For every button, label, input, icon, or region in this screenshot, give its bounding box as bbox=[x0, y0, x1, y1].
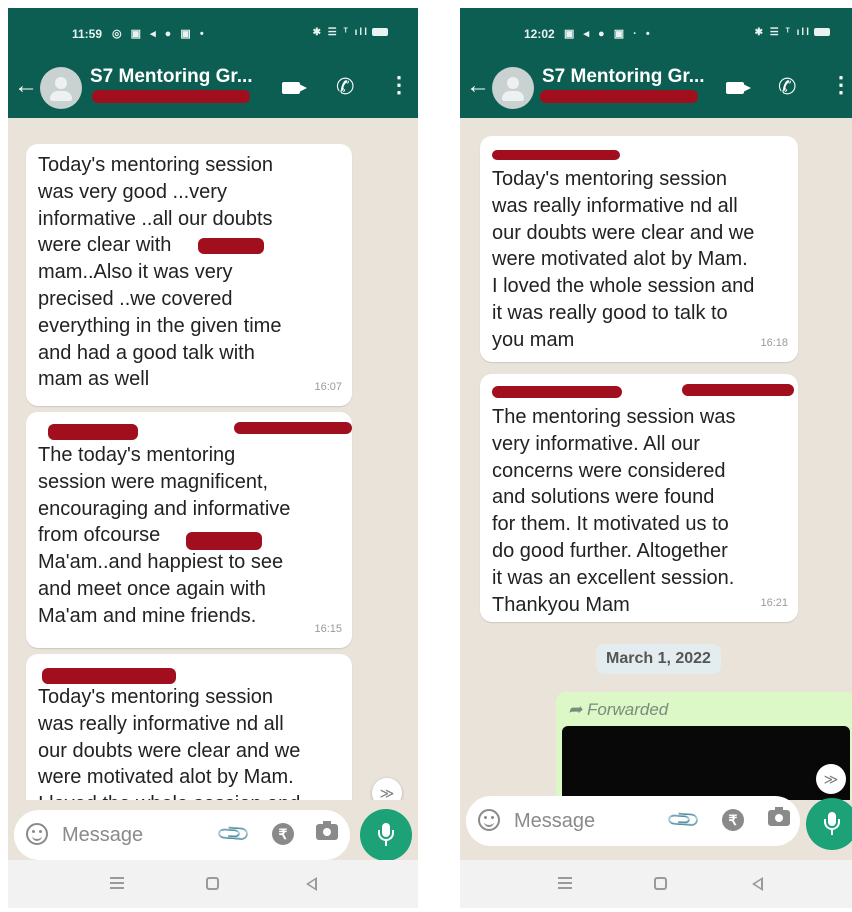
video-thumbnail[interactable] bbox=[562, 726, 850, 800]
video-call-icon[interactable] bbox=[726, 82, 751, 94]
voice-message-button[interactable] bbox=[806, 798, 852, 850]
back-nav-icon[interactable] bbox=[306, 877, 317, 891]
status-notification-icons: ◎ ▣ ◂ ● ▣ • bbox=[112, 28, 207, 40]
status-signal-icons: ✱ ☰ ᵀ ıll bbox=[313, 27, 388, 38]
recent-apps-icon[interactable] bbox=[110, 877, 124, 889]
recent-apps-icon[interactable] bbox=[558, 877, 572, 889]
status-notification-icons: ▣ ◂ ● ▣ · • bbox=[564, 28, 653, 40]
home-icon[interactable] bbox=[206, 877, 219, 890]
status-bar: 12:02 ▣ ◂ ● ▣ · • ✱ ☰ ᵀ ıll bbox=[460, 8, 852, 58]
message-sender bbox=[492, 144, 786, 166]
message-text: Today's mentoring session was very good … bbox=[38, 154, 282, 391]
message-text: Today's mentoring session was really inf… bbox=[38, 686, 301, 800]
redacted-name bbox=[186, 532, 262, 550]
system-navigation-bar bbox=[460, 860, 852, 908]
group-avatar[interactable] bbox=[40, 67, 82, 109]
right-phone-screenshot: 12:02 ▣ ◂ ● ▣ · • ✱ ☰ ᵀ ıll ← S7 Mentori… bbox=[460, 8, 852, 908]
scroll-to-bottom-button[interactable]: ≫ bbox=[372, 778, 402, 800]
redacted-sender-name bbox=[42, 668, 176, 684]
back-arrow-icon[interactable]: ← bbox=[466, 72, 490, 100]
forward-arrow-icon: ➦ bbox=[568, 700, 587, 719]
voice-message-button[interactable] bbox=[360, 809, 412, 861]
voice-call-icon[interactable]: ✆ bbox=[778, 74, 796, 100]
message-composer: 📎 ₹ bbox=[466, 796, 800, 846]
attachment-icon[interactable]: 📎 bbox=[215, 815, 253, 853]
redacted-sender-number bbox=[682, 384, 794, 396]
message-time: 16:07 bbox=[314, 381, 342, 394]
redacted-sender-number bbox=[234, 422, 352, 434]
message-composer: 📎 ₹ bbox=[14, 810, 350, 860]
message-bubble[interactable]: Today's mentoring session was really inf… bbox=[26, 654, 352, 800]
message-sender bbox=[38, 420, 352, 442]
more-options-icon[interactable]: ⋮ bbox=[830, 72, 852, 98]
battery-icon bbox=[814, 28, 830, 37]
redacted-participants bbox=[540, 90, 698, 103]
chat-header: ← S7 Mentoring Gr... ✆ ⋮ bbox=[460, 58, 852, 118]
status-signal-icons: ✱ ☰ ᵀ ıll bbox=[755, 27, 830, 38]
message-time: 16:21 bbox=[760, 597, 788, 610]
emoji-icon[interactable] bbox=[26, 823, 48, 845]
left-phone-screenshot: 11:59 ◎ ▣ ◂ ● ▣ • ✱ ☰ ᵀ ıll ← S7 Mentori… bbox=[8, 8, 418, 908]
redacted-sender-name bbox=[492, 150, 620, 160]
message-bubble[interactable]: The today's mentoring session were magni… bbox=[26, 412, 352, 648]
date-separator: March 1, 2022 bbox=[596, 644, 721, 674]
chat-messages: Today's mentoring session was very good … bbox=[8, 118, 418, 800]
more-options-icon[interactable]: ⋮ bbox=[388, 72, 410, 98]
message-text: Today's mentoring session was really inf… bbox=[492, 168, 755, 351]
scroll-to-bottom-button[interactable]: ≫ bbox=[816, 764, 846, 794]
message-sender bbox=[492, 382, 794, 404]
message-sender bbox=[38, 662, 340, 684]
status-time: 12:02 bbox=[524, 27, 555, 41]
chat-title[interactable]: S7 Mentoring Gr... bbox=[90, 66, 253, 88]
microphone-icon bbox=[378, 823, 394, 846]
message-bubble[interactable]: The mentoring session was very informati… bbox=[480, 374, 798, 622]
back-arrow-icon[interactable]: ← bbox=[14, 72, 38, 100]
forwarded-label: ➦ Forwarded bbox=[568, 700, 669, 719]
camera-icon[interactable] bbox=[316, 821, 338, 840]
chat-messages: Today's mentoring session was really inf… bbox=[460, 118, 852, 800]
video-call-icon[interactable] bbox=[282, 82, 307, 94]
message-time: 16:18 bbox=[760, 337, 788, 350]
chat-header: ← S7 Mentoring Gr... ✆ ⋮ bbox=[8, 58, 418, 118]
voice-call-icon[interactable]: ✆ bbox=[336, 74, 354, 100]
group-avatar[interactable] bbox=[492, 67, 534, 109]
system-navigation-bar bbox=[8, 860, 418, 908]
status-time: 11:59 bbox=[72, 27, 103, 41]
message-input[interactable] bbox=[60, 820, 184, 850]
redacted-sender-name bbox=[492, 386, 622, 398]
home-icon[interactable] bbox=[654, 877, 667, 890]
redacted-name bbox=[198, 238, 264, 254]
microphone-icon bbox=[824, 812, 840, 835]
payment-icon[interactable]: ₹ bbox=[272, 823, 294, 845]
message-time: 16:15 bbox=[314, 623, 342, 636]
chat-title[interactable]: S7 Mentoring Gr... bbox=[542, 66, 705, 88]
redacted-sender-name bbox=[48, 424, 138, 440]
message-text: The mentoring session was very informati… bbox=[492, 406, 736, 616]
emoji-icon[interactable] bbox=[478, 809, 500, 831]
message-bubble[interactable]: Today's mentoring session was really inf… bbox=[480, 136, 798, 362]
status-bar: 11:59 ◎ ▣ ◂ ● ▣ • ✱ ☰ ᵀ ıll bbox=[8, 8, 418, 58]
message-bubble[interactable]: Today's mentoring session was very good … bbox=[26, 144, 352, 406]
payment-icon[interactable]: ₹ bbox=[722, 809, 744, 831]
attachment-icon[interactable]: 📎 bbox=[665, 801, 703, 839]
back-nav-icon[interactable] bbox=[752, 877, 763, 891]
redacted-participants bbox=[92, 90, 250, 103]
message-input[interactable] bbox=[512, 806, 636, 836]
battery-icon bbox=[372, 28, 388, 37]
camera-icon[interactable] bbox=[768, 807, 790, 826]
forwarded-video-message[interactable]: ➦ Forwarded bbox=[556, 692, 852, 800]
